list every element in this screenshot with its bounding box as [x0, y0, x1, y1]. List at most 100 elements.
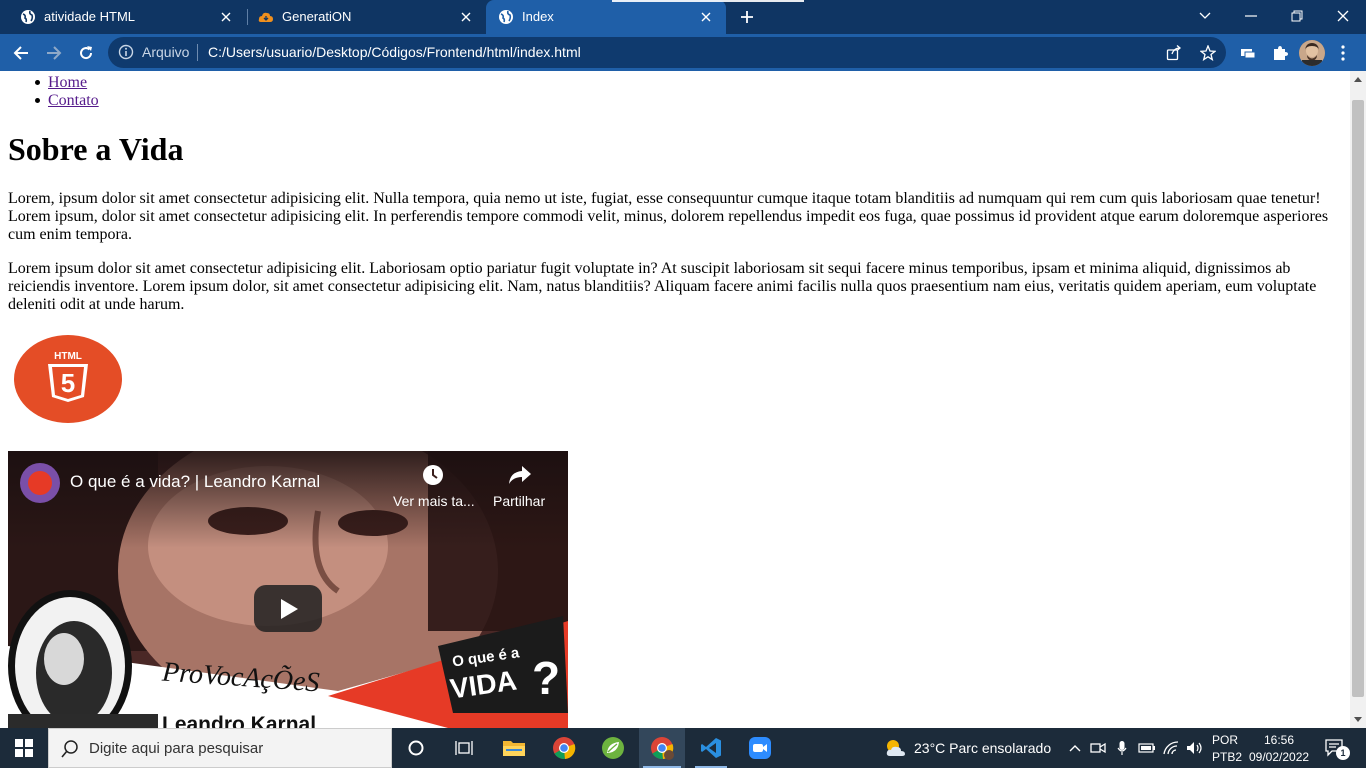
tab-strip: atividade HTML GeneratiON Index: [0, 0, 1366, 34]
reload-icon: [80, 46, 93, 60]
restore-button[interactable]: [1274, 0, 1320, 32]
folder-icon: [503, 741, 525, 756]
chevron-up-icon: [1069, 745, 1081, 752]
paragraph-2: Lorem ipsum dolor sit amet consectetur a…: [8, 260, 1317, 313]
file-explorer-button[interactable]: [492, 728, 536, 768]
share-icon: [1166, 45, 1182, 61]
tab-index[interactable]: Index: [486, 0, 726, 34]
watch-later-label[interactable]: Ver mais ta...: [393, 493, 475, 509]
close-tab-icon[interactable]: [216, 7, 236, 27]
weather-widget-icon[interactable]: [882, 728, 910, 768]
arrow-left-icon: [13, 46, 28, 60]
vscode-icon: [701, 738, 721, 758]
search-placeholder: Digite aqui para pesquisar: [89, 740, 264, 757]
tab-loading-indicator: [612, 0, 804, 2]
chrome-taskbar-button[interactable]: [542, 728, 586, 768]
forward-button[interactable]: [41, 40, 67, 66]
video-camera-icon: [749, 737, 771, 759]
triangle-down-icon: [1354, 717, 1362, 722]
chrome-profile-icon: [651, 737, 674, 760]
microphone-button[interactable]: [1112, 728, 1132, 768]
clock-date[interactable]: 09/02/2022: [1249, 750, 1309, 764]
vscode-button[interactable]: [689, 728, 733, 768]
tab-title: Index: [522, 9, 554, 24]
clock-time[interactable]: 16:56: [1264, 733, 1294, 747]
triangle-up-icon: [1354, 77, 1362, 82]
scroll-down-button[interactable]: [1350, 712, 1366, 728]
omnibox-divider: [197, 44, 198, 61]
meet-now-button[interactable]: [1088, 728, 1108, 768]
bookmark-button[interactable]: [1196, 41, 1220, 65]
restore-icon: [1291, 10, 1303, 22]
taskbar-search-box[interactable]: Digite aqui para pesquisar: [48, 728, 392, 768]
plus-icon: [741, 11, 753, 23]
show-hidden-icons-button[interactable]: [1066, 728, 1084, 768]
minimize-button[interactable]: [1228, 0, 1274, 32]
embedded-video[interactable]: O que é a vida? | Leandro Karnal Ver mai…: [8, 451, 568, 728]
network-button[interactable]: [1160, 728, 1182, 768]
home-link[interactable]: Home: [48, 74, 87, 91]
browser-toolbar: Arquivo C:/Users/usuario/Desktop/Códigos…: [0, 34, 1366, 71]
address-bar[interactable]: Arquivo C:/Users/usuario/Desktop/Códigos…: [108, 37, 1226, 68]
tab-atividade-html[interactable]: atividade HTML: [0, 0, 246, 34]
leaf-icon: [602, 737, 624, 759]
avatar-icon: [1299, 40, 1325, 66]
star-icon: [1200, 45, 1216, 61]
battery-icon: [1138, 743, 1155, 753]
camera-icon: [1090, 742, 1106, 754]
scroll-thumb[interactable]: [1352, 100, 1364, 697]
task-view-button[interactable]: [444, 728, 484, 768]
chrome-icon: [553, 737, 576, 760]
media-icon: [1241, 49, 1256, 59]
share-arrow-icon[interactable]: [508, 465, 532, 485]
close-icon: [1337, 10, 1349, 22]
profile-avatar[interactable]: [1299, 40, 1325, 66]
notifications-button[interactable]: 1: [1318, 728, 1352, 768]
tab-title: atividade HTML: [44, 9, 136, 24]
cortana-icon: [408, 740, 424, 756]
share-label[interactable]: Partilhar: [493, 493, 545, 509]
share-page-button[interactable]: [1162, 41, 1186, 65]
new-tab-button[interactable]: [736, 6, 758, 28]
url-text[interactable]: C:/Users/usuario/Desktop/Códigos/Fronten…: [208, 44, 581, 60]
globe-icon: [499, 10, 513, 24]
media-controls-button[interactable]: [1235, 40, 1261, 66]
battery-button[interactable]: [1136, 728, 1158, 768]
volume-button[interactable]: [1184, 728, 1206, 768]
back-button[interactable]: [8, 40, 34, 66]
close-window-button[interactable]: [1320, 0, 1366, 32]
extensions-button[interactable]: [1267, 40, 1293, 66]
nav-list: Home Contato: [35, 74, 99, 110]
chrome-profile-taskbar-button[interactable]: [639, 728, 685, 768]
cortana-button[interactable]: [396, 728, 436, 768]
minimize-icon: [1245, 15, 1257, 17]
logo-top-text: HTML: [54, 351, 82, 362]
close-tab-icon[interactable]: [696, 7, 716, 27]
clock-icon[interactable]: [422, 464, 444, 486]
arrow-right-icon: [47, 46, 62, 60]
language-code[interactable]: POR: [1212, 733, 1238, 747]
start-button[interactable]: [0, 728, 48, 768]
zoom-button[interactable]: [738, 728, 782, 768]
windows-logo-icon: [15, 739, 33, 757]
close-tab-icon[interactable]: [456, 7, 476, 27]
spring-tool-button[interactable]: [591, 728, 635, 768]
video-title[interactable]: O que é a vida? | Leandro Karnal: [70, 472, 320, 492]
weather-text[interactable]: 23°C Parc ensolarado: [914, 740, 1051, 756]
info-icon[interactable]: [118, 44, 134, 60]
tab-title: GeneratiON: [282, 9, 352, 24]
vertical-scrollbar[interactable]: [1350, 71, 1366, 728]
tab-generation[interactable]: GeneratiON: [248, 0, 486, 34]
nav-item-home: Home: [35, 74, 99, 92]
chrome-menu-button[interactable]: [1330, 40, 1356, 66]
logo-number: 5: [61, 368, 75, 398]
paragraph-1: Lorem, ipsum dolor sit amet consectetur …: [8, 190, 1329, 243]
page-heading: Sobre a Vida: [8, 131, 184, 167]
scroll-up-button[interactable]: [1350, 71, 1366, 87]
video-caption: Leandro Karnal: [162, 713, 317, 728]
reload-button[interactable]: [73, 40, 99, 66]
tab-search-button[interactable]: [1182, 0, 1228, 32]
keyboard-layout[interactable]: PTB2: [1212, 750, 1242, 764]
cloud-icon: [258, 12, 273, 22]
contato-link[interactable]: Contato: [48, 92, 99, 109]
